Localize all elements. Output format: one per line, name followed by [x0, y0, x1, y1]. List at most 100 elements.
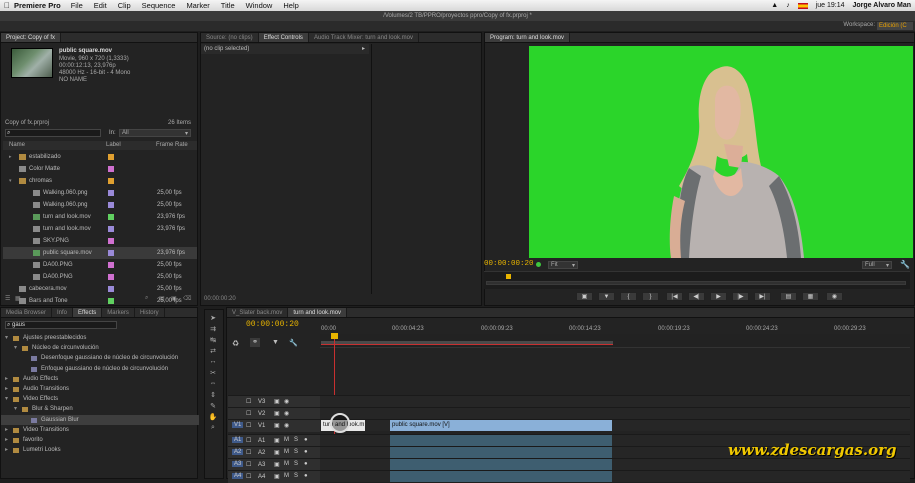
tab-markers[interactable]: Markers: [102, 308, 135, 317]
list-item[interactable]: DA00.PNG 25,00 fps: [3, 271, 197, 283]
solo-button[interactable]: S: [294, 437, 298, 443]
label-swatch[interactable]: [108, 262, 114, 268]
language-flag-icon[interactable]: [797, 2, 808, 9]
apple-icon[interactable]: : [0, 1, 14, 10]
settings-wrench-icon[interactable]: 🔧: [900, 260, 910, 269]
column-frame-rate[interactable]: Frame Rate: [156, 142, 188, 148]
add-marker-icon[interactable]: ▼: [272, 339, 279, 346]
sync-lock-icon[interactable]: ▣: [274, 398, 280, 405]
audio-clip[interactable]: [390, 459, 612, 470]
pen-tool-icon[interactable]: ✎: [208, 402, 218, 411]
export-frame-button[interactable]: ◉: [826, 292, 843, 301]
play-button[interactable]: ▶: [710, 292, 727, 301]
sync-lock-icon[interactable]: ▣: [274, 461, 280, 468]
list-item[interactable]: Walking.060.png 25,00 fps: [3, 199, 197, 211]
disclosure-closed-icon[interactable]: ▸: [9, 154, 12, 160]
list-item[interactable]: turn and look.mov 23,976 fps: [3, 223, 197, 235]
record-icon[interactable]: ●: [304, 473, 308, 479]
list-item[interactable]: turn and look.mov 23,976 fps: [3, 211, 197, 223]
menu-file[interactable]: File: [71, 1, 83, 10]
mute-button[interactable]: M: [284, 473, 289, 479]
tab-effect-controls[interactable]: Effect Controls: [258, 33, 309, 42]
disclosure-open-icon[interactable]: ▾: [14, 404, 17, 414]
quality-select[interactable]: Full ▾: [862, 261, 892, 269]
menu-title[interactable]: Title: [221, 1, 235, 10]
hand-tool-icon[interactable]: ✋: [208, 413, 218, 422]
app-menu[interactable]: Premiere Pro: [14, 1, 61, 10]
label-swatch[interactable]: [108, 274, 114, 280]
disclosure-closed-icon[interactable]: ▸: [5, 445, 8, 455]
extract-button[interactable]: ▦: [802, 292, 819, 301]
label-swatch[interactable]: [108, 250, 114, 256]
snap-icon[interactable]: ♻: [232, 339, 239, 348]
disclosure-open-icon[interactable]: ▾: [5, 333, 8, 343]
effects-search-input[interactable]: ⌕ gaus: [5, 321, 117, 329]
monitor-settings-button[interactable]: ▣: [576, 292, 593, 301]
go-to-in-button[interactable]: |◀: [666, 292, 683, 301]
disclosure-closed-icon[interactable]: ▸: [5, 384, 8, 394]
source-patch[interactable]: A1: [232, 437, 244, 443]
tab-media-browser[interactable]: Media Browser: [1, 308, 53, 317]
track-header[interactable]: V1 ☐ V1 ▣ ◉: [228, 420, 320, 432]
menu-marker[interactable]: Marker: [186, 1, 209, 10]
rate-stretch-tool-icon[interactable]: ↔: [208, 358, 218, 367]
wrench-icon[interactable]: 🔧: [289, 339, 298, 347]
sync-lock-icon[interactable]: ▣: [274, 410, 280, 417]
user-name[interactable]: Jorge Alvaro Man: [853, 2, 911, 9]
solo-button[interactable]: S: [294, 449, 298, 455]
effect-tree-item[interactable]: ▸ favorito: [1, 435, 199, 445]
menu-clip[interactable]: Clip: [118, 1, 131, 10]
list-item[interactable]: Bars and Tone 25,00 fps: [3, 295, 197, 307]
work-area-bar[interactable]: [321, 341, 613, 345]
record-icon[interactable]: ●: [304, 461, 308, 467]
video-clip[interactable]: public square.mov [V]: [390, 420, 612, 431]
record-icon[interactable]: ●: [304, 449, 308, 455]
disclosure-open-icon[interactable]: ▾: [9, 178, 12, 184]
label-swatch[interactable]: [108, 238, 114, 244]
sync-lock-icon[interactable]: ▣: [274, 449, 280, 456]
program-video-frame[interactable]: [529, 46, 913, 258]
column-name[interactable]: Name: [9, 142, 25, 148]
mark-out-button[interactable]: }: [642, 292, 659, 301]
disclosure-closed-icon[interactable]: ▸: [5, 425, 8, 435]
column-label[interactable]: Label: [106, 142, 121, 148]
source-patch[interactable]: A2: [232, 449, 244, 455]
lock-icon[interactable]: ☐: [246, 398, 251, 405]
label-swatch[interactable]: [108, 190, 114, 196]
list-item[interactable]: cabecera.mov 25,00 fps: [3, 283, 197, 295]
tab-audio-track-mixer[interactable]: Audio Track Mixer: turn and look.mov: [309, 33, 419, 42]
source-patch[interactable]: A4: [232, 473, 244, 479]
label-swatch[interactable]: [108, 286, 114, 292]
track-a3[interactable]: A3 ☐ A3 ▣ M S ●: [228, 458, 910, 471]
menu-help[interactable]: Help: [283, 1, 298, 10]
list-item[interactable]: SKY.PNG: [3, 235, 197, 247]
track-select-tool-icon[interactable]: ⇉: [208, 325, 218, 334]
program-scrub-track[interactable]: [486, 281, 906, 285]
label-swatch[interactable]: [108, 298, 114, 304]
tab-history[interactable]: History: [135, 308, 165, 317]
tab-program[interactable]: Program: turn and look.mov: [485, 33, 571, 42]
linked-selection-icon[interactable]: ⚭: [250, 338, 260, 347]
fit-select[interactable]: Fit ▾: [548, 261, 578, 269]
source-patch[interactable]: A3: [232, 461, 244, 467]
clock[interactable]: jue 19:14: [816, 2, 845, 9]
label-swatch[interactable]: [108, 214, 114, 220]
list-item[interactable]: Color Matte: [3, 163, 197, 175]
step-forward-button[interactable]: |▶: [732, 292, 749, 301]
lock-icon[interactable]: ☐: [246, 422, 251, 429]
selection-tool-icon[interactable]: ➤: [208, 314, 218, 323]
volume-icon[interactable]: ♪: [786, 2, 790, 9]
step-back-button[interactable]: ◀|: [688, 292, 705, 301]
source-patch[interactable]: V1: [232, 422, 244, 428]
record-icon[interactable]: ●: [304, 437, 308, 443]
label-swatch[interactable]: [108, 178, 114, 184]
effect-tree-item[interactable]: Gaussian Blur: [1, 414, 199, 425]
lock-icon[interactable]: ☐: [246, 410, 251, 417]
effect-tree-item[interactable]: ▾ Video Effects: [1, 394, 199, 404]
menu-edit[interactable]: Edit: [94, 1, 107, 10]
effect-tree-item[interactable]: ▸ Lumetri Looks: [1, 445, 199, 455]
razor-tool-icon[interactable]: ✂: [208, 369, 218, 378]
zoom-tool-icon[interactable]: ⌕: [208, 424, 218, 433]
timeline-timecode[interactable]: 00:00:00:20: [246, 320, 299, 329]
label-swatch[interactable]: [108, 166, 114, 172]
